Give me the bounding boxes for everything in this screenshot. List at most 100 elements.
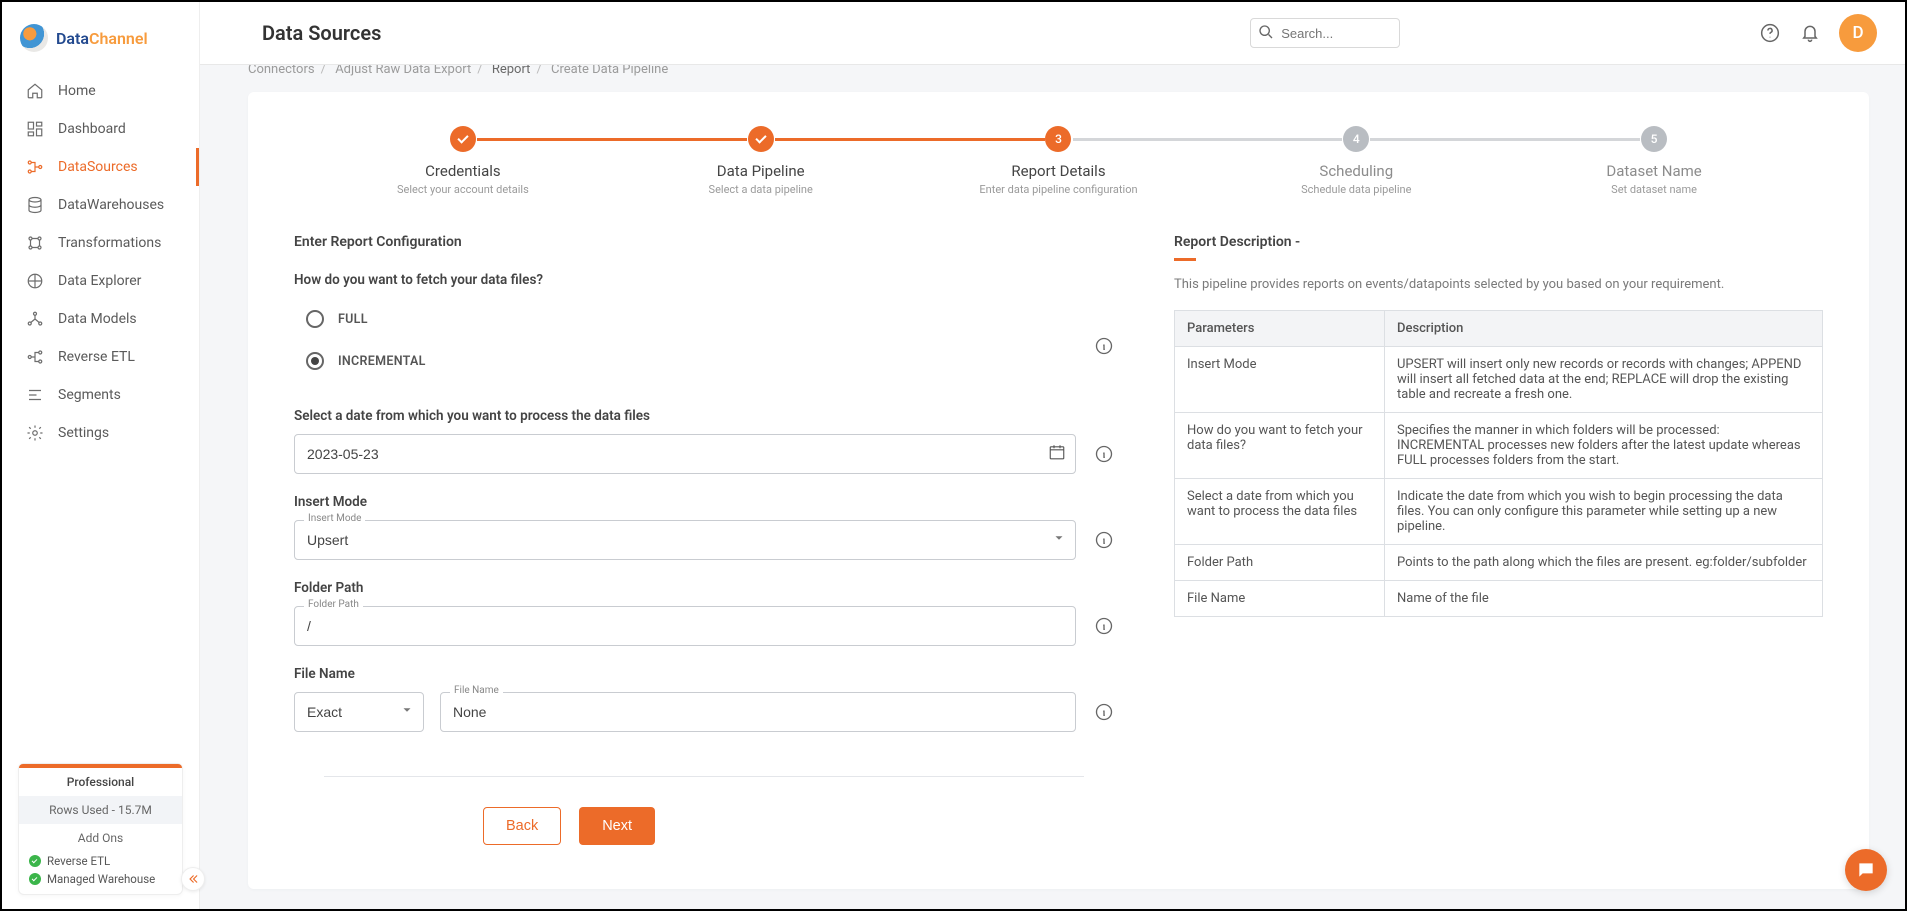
step-sub: Set dataset name [1505, 183, 1803, 196]
info-folder[interactable] [1094, 616, 1114, 636]
page-title: Data Sources [262, 21, 381, 45]
radio-label: FULL [338, 312, 368, 327]
step-title: Credentials [314, 162, 612, 180]
content-card: Credentials Select your account details … [248, 92, 1869, 889]
nav-segments[interactable]: Segments [2, 376, 199, 414]
radio-icon [306, 352, 324, 370]
nav-label: Data Models [58, 311, 137, 327]
breadcrumb: Connectors/ Adjust Raw Data Export/ Repo… [248, 64, 668, 77]
nav-datamodels[interactable]: Data Models [2, 300, 199, 338]
date-input-wrap [294, 434, 1076, 474]
insert-select-wrap: Insert Mode Upsert [294, 520, 1076, 560]
search-icon [1258, 24, 1274, 40]
logo-text: DataChannel [56, 29, 148, 48]
user-avatar[interactable]: D [1839, 14, 1877, 52]
back-button[interactable]: Back [483, 807, 561, 845]
folder-label: Folder Path [294, 580, 1114, 596]
transform-icon [26, 234, 44, 252]
segments-icon [26, 386, 44, 404]
radio-incremental[interactable]: INCREMENTAL [294, 346, 1076, 376]
next-button[interactable]: Next [579, 807, 655, 845]
step-title: Dataset Name [1505, 162, 1803, 180]
step-number: 5 [1641, 126, 1667, 152]
plan-addon: Managed Warehouse [19, 870, 182, 894]
step-sub: Select your account details [314, 183, 612, 196]
table-row: Insert ModeUPSERT will insert only new r… [1175, 347, 1823, 413]
nav-dataexplorer[interactable]: Data Explorer [2, 262, 199, 300]
nav-home[interactable]: Home [2, 72, 199, 110]
floating-label: Insert Mode [304, 513, 365, 524]
step-report-details[interactable]: 3 Report Details Enter data pipeline con… [910, 126, 1208, 196]
insert-select[interactable]: Upsert [294, 520, 1076, 560]
fetch-question: How do you want to fetch your data files… [294, 272, 1114, 288]
file-match-select-wrap: Exact [294, 692, 424, 732]
step-title: Data Pipeline [612, 162, 910, 180]
step-title: Report Details [910, 162, 1208, 180]
check-icon [29, 855, 41, 867]
nav-label: Data Explorer [58, 273, 141, 289]
desc-title: Report Description - [1174, 234, 1823, 250]
info-file[interactable] [1094, 702, 1114, 722]
file-match-select[interactable]: Exact [294, 692, 424, 732]
nav-transformations[interactable]: Transformations [2, 224, 199, 262]
info-icon [1094, 702, 1114, 722]
search [1250, 18, 1400, 48]
stepper: Credentials Select your account details … [314, 126, 1803, 196]
nav: Home Dashboard DataSources DataWarehouse… [2, 68, 199, 763]
plan-rows: Rows Used - 15.7M [19, 796, 182, 824]
nav-label: Segments [58, 387, 121, 403]
file-label: File Name [294, 666, 1114, 682]
breadcrumb-item[interactable]: Connectors [248, 64, 315, 77]
date-input[interactable] [294, 434, 1076, 474]
help-icon [1760, 23, 1780, 43]
nav-datasources[interactable]: DataSources [2, 148, 199, 186]
nav-settings[interactable]: Settings [2, 414, 199, 452]
plan-addon: Reverse ETL [19, 852, 182, 870]
step-sub: Schedule data pipeline [1207, 183, 1505, 196]
insert-label: Insert Mode [294, 494, 1114, 510]
table-header: Description [1385, 311, 1823, 347]
nav-label: Dashboard [58, 121, 126, 137]
step-check-icon [748, 126, 774, 152]
desc-text: This pipeline provides reports on events… [1174, 277, 1823, 292]
chat-icon [1856, 860, 1876, 880]
check-icon [29, 873, 41, 885]
notifications-button[interactable] [1799, 22, 1821, 44]
step-credentials[interactable]: Credentials Select your account details [314, 126, 612, 196]
info-insert[interactable] [1094, 530, 1114, 550]
table-row: How do you want to fetch your data files… [1175, 413, 1823, 479]
step-number: 3 [1045, 126, 1071, 152]
info-fetch[interactable] [1094, 336, 1114, 356]
floating-label: Folder Path [304, 599, 363, 610]
breadcrumb-item[interactable]: Adjust Raw Data Export [335, 64, 471, 77]
step-dataset-name[interactable]: 5 Dataset Name Set dataset name [1505, 126, 1803, 196]
radio-full[interactable]: FULL [294, 304, 1076, 334]
step-scheduling[interactable]: 4 Scheduling Schedule data pipeline [1207, 126, 1505, 196]
nav-datawarehouses[interactable]: DataWarehouses [2, 186, 199, 224]
file-name-input[interactable] [440, 692, 1076, 732]
folder-input[interactable] [294, 606, 1076, 646]
section-title: Enter Report Configuration [294, 234, 1114, 250]
chat-button[interactable] [1845, 849, 1887, 891]
step-data-pipeline[interactable]: Data Pipeline Select a data pipeline [612, 126, 910, 196]
dashboard-icon [26, 120, 44, 138]
floating-label: File Name [450, 685, 503, 696]
nav-reverseetl[interactable]: Reverse ETL [2, 338, 199, 376]
nav-dashboard[interactable]: Dashboard [2, 110, 199, 148]
logo-text-part2: Channel [89, 29, 148, 48]
main: Connectors/ Adjust Raw Data Export/ Repo… [200, 64, 1905, 909]
table-row: File NameName of the file [1175, 581, 1823, 617]
nav-label: Transformations [58, 235, 161, 251]
plan-addons-title: Add Ons [19, 824, 182, 852]
logo-icon [20, 24, 48, 52]
info-date[interactable] [1094, 444, 1114, 464]
help-button[interactable] [1759, 22, 1781, 44]
logo-text-part1: Data [56, 29, 89, 48]
nav-label: DataWarehouses [58, 197, 164, 213]
gear-icon [26, 424, 44, 442]
radio-icon [306, 310, 324, 328]
logo[interactable]: DataChannel [2, 2, 199, 68]
nav-label: Settings [58, 425, 109, 441]
breadcrumb-item[interactable]: Report [492, 64, 531, 77]
datasources-icon [26, 158, 44, 176]
